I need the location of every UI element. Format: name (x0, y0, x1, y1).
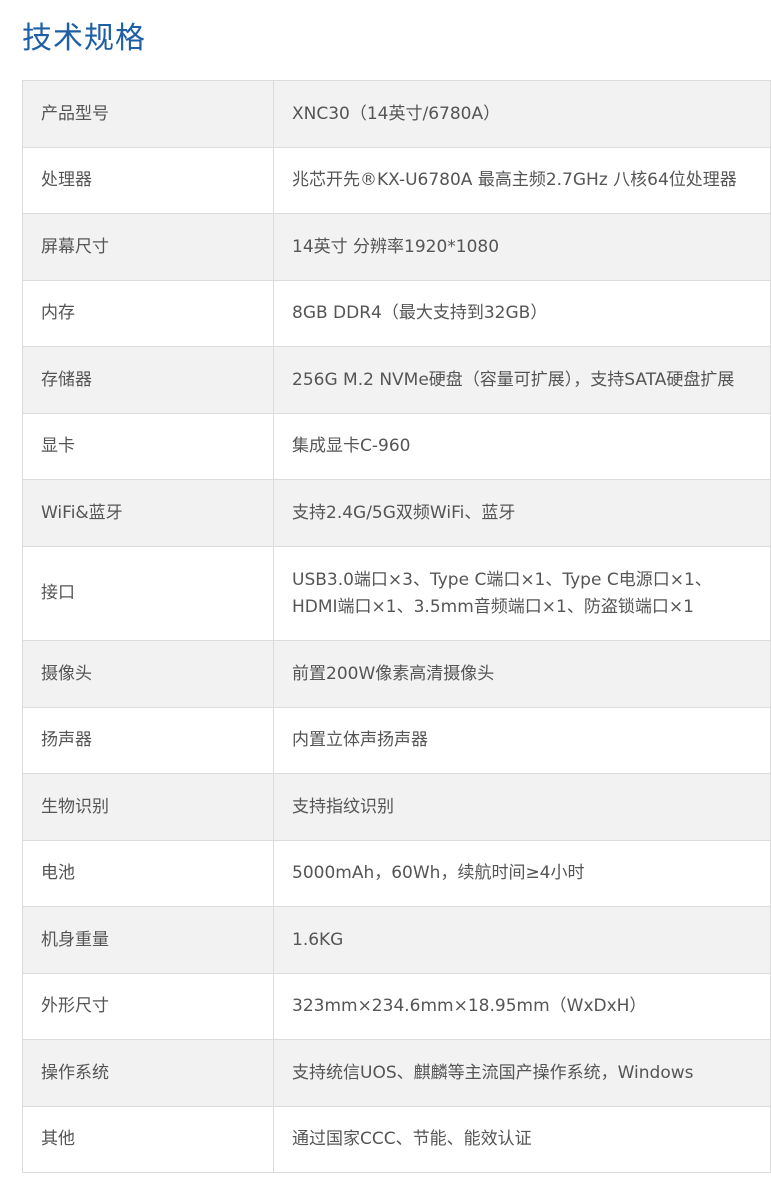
spec-label: 摄像头 (22, 640, 274, 708)
spec-value: 集成显卡C-960 (273, 413, 771, 480)
spec-value: 内置立体声扬声器 (273, 707, 771, 774)
spec-row: 扬声器 内置立体声扬声器 (22, 707, 771, 774)
spec-value: 5000mAh，60Wh，续航时间≥4小时 (273, 840, 771, 907)
spec-row: 屏幕尺寸 14英寸 分辨率1920*1080 (22, 213, 771, 281)
spec-label: 显卡 (22, 413, 274, 480)
spec-value: 14英寸 分辨率1920*1080 (273, 213, 771, 281)
spec-label: 电池 (22, 840, 274, 907)
spec-row: 生物识别 支持指纹识别 (22, 773, 771, 841)
spec-value: 前置200W像素高清摄像头 (273, 640, 771, 708)
spec-label: 内存 (22, 280, 274, 347)
spec-table: 产品型号 XNC30（14英寸/6780A） 处理器 兆芯开先®KX-U6780… (22, 80, 771, 1173)
spec-label: 机身重量 (22, 906, 274, 974)
spec-label: 处理器 (22, 147, 274, 214)
spec-label: 屏幕尺寸 (22, 213, 274, 281)
spec-label: 操作系统 (22, 1039, 274, 1107)
spec-row: 产品型号 XNC30（14英寸/6780A） (22, 80, 771, 148)
spec-label: 生物识别 (22, 773, 274, 841)
spec-value: 兆芯开先®KX-U6780A 最高主频2.7GHz 八核64位处理器 (273, 147, 771, 214)
spec-value: 1.6KG (273, 906, 771, 974)
spec-row: 其他 通过国家CCC、节能、能效认证 (22, 1106, 771, 1173)
spec-label: 其他 (22, 1106, 274, 1173)
spec-row: 存储器 256G M.2 NVMe硬盘（容量可扩展），支持SATA硬盘扩展 (22, 346, 771, 414)
spec-label: 存储器 (22, 346, 274, 414)
spec-label: 产品型号 (22, 80, 274, 148)
spec-row: 处理器 兆芯开先®KX-U6780A 最高主频2.7GHz 八核64位处理器 (22, 147, 771, 214)
spec-value: 通过国家CCC、节能、能效认证 (273, 1106, 771, 1173)
spec-row: 机身重量 1.6KG (22, 906, 771, 974)
spec-value: 支持统信UOS、麒麟等主流国产操作系统，Windows (273, 1039, 771, 1107)
spec-value: XNC30（14英寸/6780A） (273, 80, 771, 148)
spec-label: 外形尺寸 (22, 973, 274, 1040)
spec-row: 电池 5000mAh，60Wh，续航时间≥4小时 (22, 840, 771, 907)
spec-row: 操作系统 支持统信UOS、麒麟等主流国产操作系统，Windows (22, 1039, 771, 1107)
spec-value: 支持指纹识别 (273, 773, 771, 841)
spec-row: 摄像头 前置200W像素高清摄像头 (22, 640, 771, 708)
spec-row: WiFi&蓝牙 支持2.4G/5G双频WiFi、蓝牙 (22, 479, 771, 547)
spec-value: 8GB DDR4（最大支持到32GB） (273, 280, 771, 347)
spec-row: 外形尺寸 323mm×234.6mm×18.95mm（WxDxH） (22, 973, 771, 1040)
spec-value: USB3.0端口×3、Type C端口×1、Type C电源口×1、HDMI端口… (273, 546, 771, 641)
spec-label: WiFi&蓝牙 (22, 479, 274, 547)
spec-label: 扬声器 (22, 707, 274, 774)
page-title: 技术规格 (22, 21, 146, 56)
spec-value: 256G M.2 NVMe硬盘（容量可扩展），支持SATA硬盘扩展 (273, 346, 771, 414)
spec-row: 内存 8GB DDR4（最大支持到32GB） (22, 280, 771, 347)
spec-value: 323mm×234.6mm×18.95mm（WxDxH） (273, 973, 771, 1040)
spec-label: 接口 (22, 546, 274, 641)
spec-value: 支持2.4G/5G双频WiFi、蓝牙 (273, 479, 771, 547)
spec-row: 显卡 集成显卡C-960 (22, 413, 771, 480)
spec-row: 接口 USB3.0端口×3、Type C端口×1、Type C电源口×1、HDM… (22, 546, 771, 641)
